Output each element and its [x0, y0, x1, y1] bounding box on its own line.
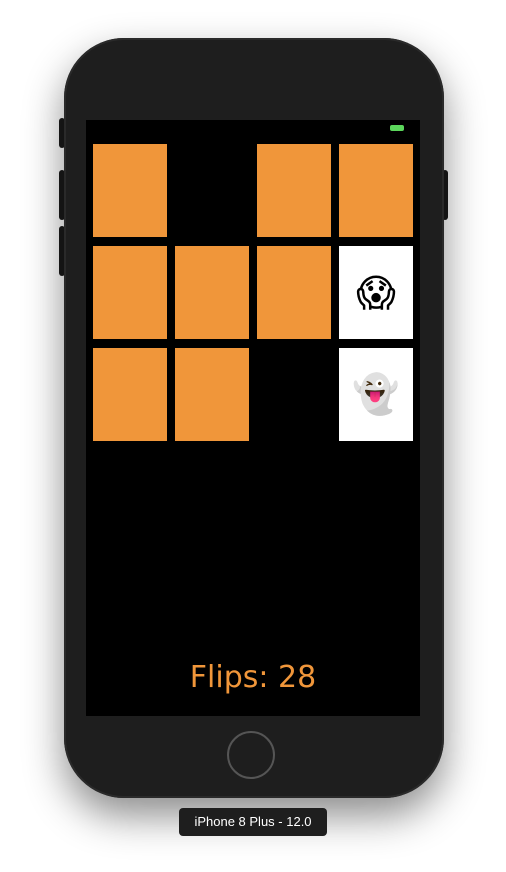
- card-7[interactable]: [257, 246, 331, 339]
- card-5[interactable]: [93, 246, 167, 339]
- card-6[interactable]: [175, 246, 249, 339]
- card-11: [257, 348, 331, 441]
- card-emoji: 😱: [356, 270, 396, 315]
- card-emoji: 👻: [352, 372, 400, 416]
- card-4[interactable]: [339, 144, 413, 237]
- battery-icon: [390, 125, 404, 131]
- card-3[interactable]: [257, 144, 331, 237]
- card-2: [175, 144, 249, 237]
- device-name-label: iPhone 8 Plus - 12.0: [179, 808, 327, 836]
- home-button[interactable]: [227, 731, 275, 779]
- card-1[interactable]: [93, 144, 167, 237]
- card-9[interactable]: [93, 348, 167, 441]
- flips-count-label: Flips: 28: [189, 660, 317, 695]
- card-10[interactable]: [175, 348, 249, 441]
- simulator-stage: 😱 👻 Flips: 28 iPhone 8 Plus - 12.0: [0, 0, 506, 872]
- card-8[interactable]: 😱: [339, 246, 413, 339]
- card-12[interactable]: 👻: [339, 348, 413, 441]
- app-screen: 😱 👻 Flips: 28: [86, 120, 420, 716]
